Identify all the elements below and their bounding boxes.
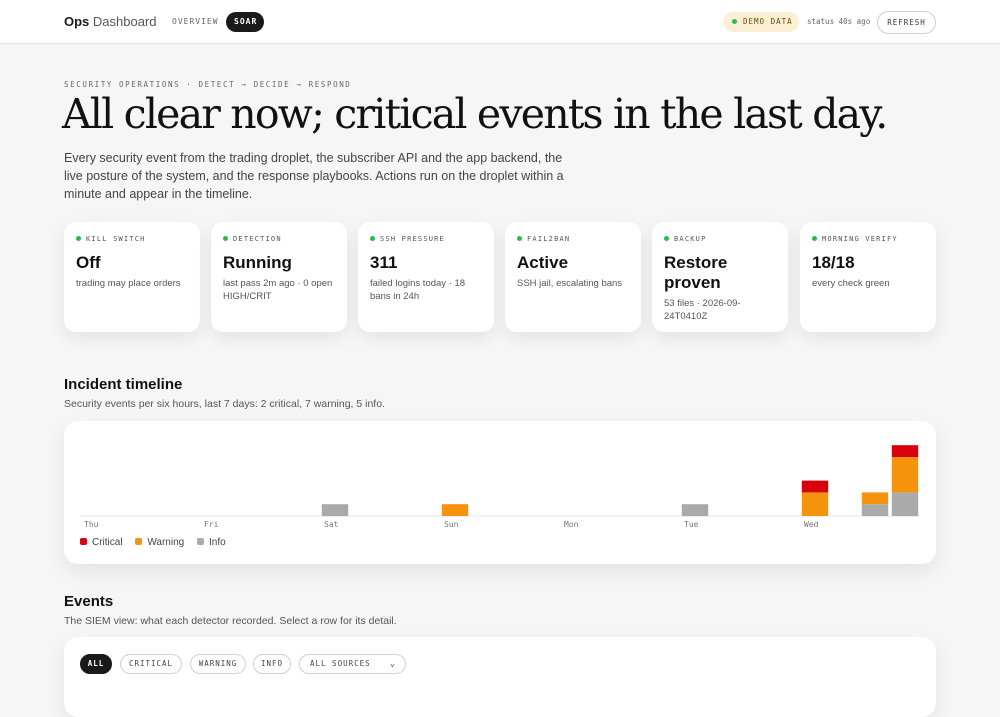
bar-critical[interactable] (801, 480, 829, 493)
kpi-label: BACKUP (674, 235, 707, 243)
filter-critical[interactable]: CRITICAL (120, 654, 182, 674)
kpi-card-backup[interactable]: BACKUP Restore proven 53 files · 2026-09… (652, 222, 788, 332)
legend-label: Warning (147, 537, 185, 548)
kpi-card-fail2ban[interactable]: FAIL2BAN Active SSH jail, escalating ban… (505, 222, 641, 332)
brand-suffix: Dashboard (92, 14, 157, 29)
events-subtitle: The SIEM view: what each detector record… (64, 615, 397, 627)
x-tick-label: Fri (204, 520, 219, 529)
kpi-card-kill-switch[interactable]: KILL SWITCH Off trading may place orders (64, 222, 200, 332)
status-dot-icon (223, 235, 228, 241)
kpi-detail: 53 files · 2026-09-24T0410Z (664, 298, 741, 322)
page-title: All clear now; critical events in the la… (62, 90, 888, 138)
legend-item-info[interactable]: Info (197, 537, 226, 548)
brand-logo[interactable]: Ops Dashboard (64, 14, 157, 29)
bar-info[interactable] (321, 504, 349, 516)
bar-info[interactable] (681, 504, 709, 516)
status-dot-icon (732, 18, 737, 24)
bar-info[interactable] (861, 504, 889, 516)
kpi-card-ssh-pressure[interactable]: SSH PRESSURE 311 failed logins today · 1… (358, 222, 494, 332)
hero-eyebrow: SECURITY OPERATIONS · DETECT → DECIDE → … (64, 80, 352, 89)
chart-legend: Critical Warning Info (80, 537, 236, 548)
bar-warning[interactable] (861, 492, 889, 505)
timeline-title: Incident timeline (64, 376, 183, 393)
x-tick-label: Tue (684, 520, 699, 529)
demo-data-label: DEMO DATA (743, 17, 793, 26)
brand-name: Ops (64, 14, 90, 29)
kpi-value: Active (517, 253, 569, 272)
kpi-detail: last pass 2m ago · 0 open HIGH/CRIT (223, 278, 333, 302)
kpi-label-row: SSH PRESSURE (370, 235, 482, 245)
kpi-detail: trading may place orders (76, 278, 181, 289)
kpi-value: Running (223, 253, 292, 272)
top-bar: Ops Dashboard OVERVIEW SOAR DEMO DATA st… (0, 0, 1000, 44)
status-dot-icon (664, 235, 669, 241)
kpi-card-morning-verify[interactable]: MORNING VERIFY 18/18 every check green (800, 222, 936, 332)
status-dot-icon (76, 235, 81, 241)
bar-warning[interactable] (441, 504, 469, 516)
x-tick-label: Mon (564, 520, 579, 529)
kpi-card-detection[interactable]: DETECTION Running last pass 2m ago · 0 o… (211, 222, 347, 332)
x-tick-label: Sun (444, 520, 459, 529)
legend-swatch-warning (135, 537, 143, 545)
incident-timeline-chart: Thu Fri Sat Sun Mon Tue Wed (80, 445, 920, 529)
kpi-value: 311 (370, 253, 398, 272)
refresh-button[interactable]: REFRESH (877, 11, 936, 34)
hero-description: Every security event from the trading dr… (64, 151, 564, 201)
status-dot-icon (517, 235, 522, 241)
legend-swatch-critical (80, 537, 87, 545)
kpi-label: DETECTION (233, 235, 282, 243)
x-tick-label: Sat (324, 520, 339, 529)
bar-warning[interactable] (891, 457, 919, 493)
kpi-detail: SSH jail, escalating bans (517, 278, 623, 289)
events-panel: ALL CRITICAL WARNING INFO ALL SOURCES ⌄ (64, 637, 936, 717)
kpi-label: SSH PRESSURE (380, 235, 445, 243)
filter-all[interactable]: ALL (80, 654, 112, 674)
timeline-subtitle: Security events per six hours, last 7 da… (64, 398, 385, 410)
filter-warning[interactable]: WARNING (190, 654, 246, 674)
kpi-label-row: DETECTION (223, 235, 335, 245)
bar-critical[interactable] (891, 445, 919, 457)
source-select[interactable]: ALL SOURCES ⌄ (299, 654, 406, 674)
legend-label: Critical (92, 537, 123, 548)
kpi-label-row: MORNING VERIFY (812, 235, 924, 245)
legend-item-critical[interactable]: Critical (80, 537, 123, 548)
events-title: Events (64, 593, 114, 610)
status-dot-icon (812, 235, 817, 241)
bar-info[interactable] (891, 492, 919, 516)
kpi-label: FAIL2BAN (527, 235, 571, 243)
kpi-label: MORNING VERIFY (822, 235, 898, 243)
kpi-detail: every check green (812, 278, 890, 289)
kpi-label-row: FAIL2BAN (517, 235, 629, 245)
x-tick-label: Wed (804, 520, 819, 529)
tab-overview[interactable]: OVERVIEW (164, 12, 227, 32)
legend-label: Info (209, 537, 226, 548)
x-tick-label: Thu (84, 520, 99, 529)
kpi-value: Off (76, 253, 101, 272)
timeline-panel: Thu Fri Sat Sun Mon Tue Wed Critical Warning I… (64, 421, 936, 564)
status-timestamp: status 40s ago (807, 17, 871, 26)
kpi-value: 18/18 (812, 253, 855, 272)
kpi-detail: failed logins today · 18 bans in 24h (370, 278, 466, 302)
filter-info[interactable]: INFO (253, 654, 291, 674)
legend-item-warning[interactable]: Warning (135, 537, 184, 548)
bar-warning[interactable] (801, 492, 829, 516)
legend-swatch-info (197, 537, 204, 545)
source-select-value: ALL SOURCES (310, 659, 371, 668)
kpi-label: KILL SWITCH (86, 235, 146, 243)
chevron-down-icon: ⌄ (389, 659, 396, 669)
status-dot-icon (370, 235, 375, 241)
tab-soar[interactable]: SOAR (226, 12, 264, 32)
kpi-value: Restore proven (664, 253, 728, 292)
kpi-label-row: KILL SWITCH (76, 235, 188, 245)
demo-data-badge: DEMO DATA (723, 12, 799, 32)
kpi-label-row: BACKUP (664, 235, 776, 245)
